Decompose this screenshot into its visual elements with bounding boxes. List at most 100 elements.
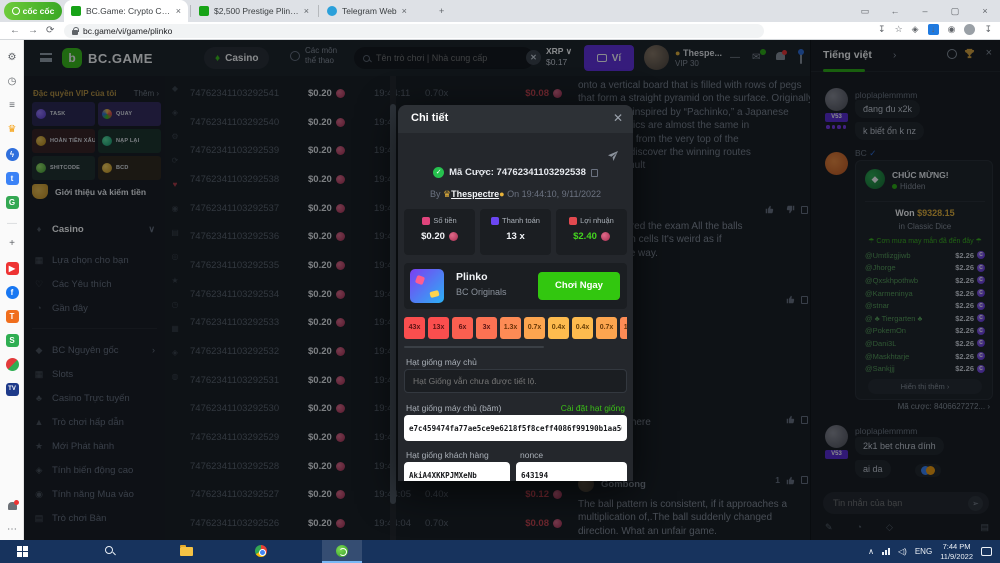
orange-app-icon[interactable]: T	[0, 310, 24, 323]
play-now-button[interactable]: Chơi Ngay	[538, 272, 620, 300]
close-window-button[interactable]: ×	[970, 6, 1000, 16]
tab-bcgame[interactable]: BC.Game: Crypto Casino Gan ×	[64, 0, 188, 22]
tab-plinko-challenge[interactable]: $2,500 Prestige Plinko Challe ×	[192, 0, 316, 22]
multiplier-chip: 0.7x	[524, 317, 545, 339]
reload-button[interactable]: ⟳	[46, 25, 54, 36]
shield-icon[interactable]: ◈	[912, 24, 919, 35]
multiplier-chip: 1.3x	[500, 317, 521, 339]
coccoc-label: cốc cốc	[23, 6, 55, 16]
client-seed-label: Hạt giống khách hàng	[406, 450, 489, 460]
game-provider: BC Originals	[456, 287, 507, 297]
close-modal-icon[interactable]: ✕	[613, 111, 623, 125]
multiplier-chip: 3x	[476, 317, 497, 339]
games-app-icon[interactable]: G	[0, 196, 24, 209]
stat-payout: Thanh toán 13 x	[480, 209, 551, 255]
windows-taskbar: ∧ ◁) ENG 7:44 PM11/9/2022	[0, 540, 1000, 563]
chrome-icon[interactable]	[255, 545, 267, 557]
close-tab-icon[interactable]: ×	[402, 6, 407, 16]
multiplier-chip: 6x	[452, 317, 473, 339]
strip-scrollbar[interactable]	[404, 346, 544, 348]
close-tab-icon[interactable]: ×	[176, 6, 181, 16]
multiplier-chip: 1.3x	[620, 317, 627, 339]
client-seed-input[interactable]	[404, 462, 510, 481]
modal-title: Chi tiết	[411, 112, 448, 124]
seed-settings-link[interactable]: Cài đặt hạt giống	[561, 403, 625, 413]
plinko-thumbnail[interactable]	[410, 269, 444, 303]
bet-author-row: By ♛Thespectre● On 19:44:10, 9/11/2022	[398, 189, 633, 200]
taskbar-clock[interactable]: 7:44 PM11/9/2022	[940, 542, 973, 562]
action-center-icon[interactable]	[981, 547, 992, 556]
nonce-input[interactable]	[516, 462, 627, 481]
tab-telegram[interactable]: Telegram Web×	[320, 0, 428, 22]
feed-icon[interactable]: ≡	[0, 100, 24, 111]
notifications-bell-icon[interactable]	[0, 502, 24, 513]
hidden-icons-chevron[interactable]: ∧	[868, 547, 874, 556]
amount-icon	[422, 217, 430, 225]
hashed-seed-input[interactable]	[404, 415, 627, 441]
tab-title: BC.Game: Crypto Casino Gan	[86, 6, 171, 16]
install-icon[interactable]: ↧	[878, 24, 886, 35]
tab-title: $2,500 Prestige Plinko Challe	[214, 6, 299, 16]
coin-icon	[601, 232, 610, 241]
extensions-icon[interactable]: ◉	[948, 24, 956, 35]
tv-app-icon[interactable]: TV	[0, 382, 24, 396]
browser-profile-avatar[interactable]	[964, 24, 975, 35]
stat-profit: Lợi nhuận $2.40	[556, 209, 627, 255]
youtube-icon[interactable]: ▶	[0, 262, 24, 275]
settings-icon[interactable]: ⚙	[0, 52, 24, 63]
bet-id-label: Mã Cược: 74762341103292538	[449, 167, 586, 178]
history-icon[interactable]: ◷	[0, 76, 24, 87]
downloads-icon[interactable]: ↧	[984, 24, 992, 35]
more-options-icon[interactable]: ⋯	[0, 524, 24, 535]
download-manager-icon[interactable]: ↓	[928, 24, 939, 35]
close-tab-icon[interactable]: ×	[304, 6, 309, 16]
server-seed-label: Hạt giống máy chủ	[406, 357, 477, 367]
multiplier-chip: 0.4x	[548, 317, 569, 339]
coccoc-taskbar-icon[interactable]	[336, 545, 348, 557]
green-app-icon[interactable]: S	[0, 334, 24, 347]
tab-search-icon[interactable]: ←	[880, 6, 910, 16]
url-text: bc.game/vi/game/plinko	[83, 26, 172, 36]
crown-vip-icon[interactable]: ♛	[0, 124, 24, 135]
bet-details-modal: Chi tiết ✕ ✓ Mã Cược: 74762341103292538 …	[398, 105, 633, 481]
multiplier-chip: 0.4x	[572, 317, 593, 339]
coin-icon	[449, 232, 458, 241]
multiplier-chip: 43x	[404, 317, 425, 339]
coccoc-menu-button[interactable]: cốc cốc	[4, 2, 62, 20]
url-field[interactable]: bc.game/vi/game/plinko	[64, 24, 764, 38]
share-icon[interactable]	[607, 149, 619, 167]
leaf-app-icon[interactable]	[0, 358, 24, 374]
tab-separator	[318, 5, 319, 17]
minimize-button[interactable]: –	[910, 6, 940, 16]
bet-author-link[interactable]: Thespectre	[451, 189, 499, 199]
profit-icon	[569, 217, 577, 225]
bookmark-star-icon[interactable]: ☆	[895, 24, 903, 35]
add-shortcut-icon[interactable]: +	[0, 238, 24, 249]
coccoc-logo-icon	[12, 7, 20, 15]
forward-button[interactable]: →	[28, 25, 38, 36]
new-tab-button[interactable]: +	[432, 0, 456, 22]
stat-amount: Số tiền $0.20	[404, 209, 475, 255]
copy-icon[interactable]	[591, 169, 598, 177]
chart-app-icon[interactable]: t	[0, 172, 24, 185]
maximize-button[interactable]: ▢	[940, 6, 970, 17]
tab-separator	[190, 5, 191, 17]
back-button[interactable]: ←	[10, 25, 20, 36]
coccoc-side-rail: ⚙ ◷ ≡ ♛ ϟ t G — + ▶ f T S TV ⋯	[0, 40, 24, 540]
taskbar-search-icon[interactable]	[105, 546, 113, 554]
verified-check-icon: ✓	[433, 167, 444, 178]
start-button[interactable]	[17, 546, 28, 557]
multiplier-strip: 43x13x6x3x1.3x0.7x0.4x0.4x0.7x1.3x	[404, 317, 627, 341]
medal-icon: ●	[499, 189, 504, 199]
volume-icon[interactable]: ◁)	[898, 547, 907, 556]
facebook-icon[interactable]: f	[0, 286, 24, 299]
language-indicator[interactable]: ENG	[915, 547, 932, 556]
file-explorer-icon[interactable]	[180, 547, 193, 556]
messenger-icon[interactable]: ϟ	[0, 148, 24, 161]
network-icon[interactable]	[882, 548, 890, 555]
reading-mode-icon[interactable]: ▭	[850, 6, 880, 17]
crown-icon: ♛	[443, 189, 451, 199]
server-seed-input[interactable]	[404, 369, 627, 393]
hashed-seed-label: Hạt giống máy chủ (băm)	[406, 403, 501, 413]
bet-timestamp: On 19:44:10, 9/11/2022	[507, 189, 601, 199]
